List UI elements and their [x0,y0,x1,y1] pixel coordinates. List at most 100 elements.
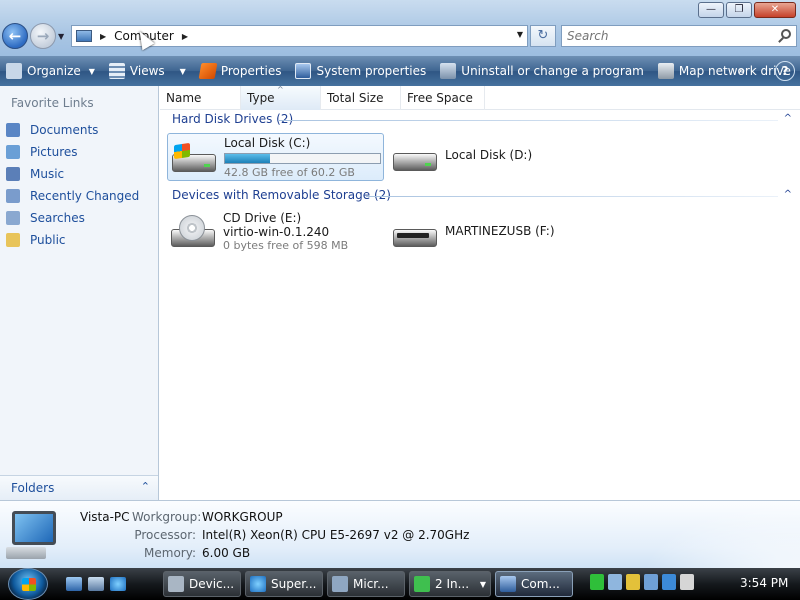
device-manager-icon [168,576,184,592]
favorite-link-label: Public [30,233,66,247]
chevron-down-icon: ▼ [88,66,95,76]
group-divider [278,120,778,121]
drive-local-disk-d[interactable]: Local Disk (D:) [389,133,589,181]
column-header-name[interactable]: Name [160,86,241,110]
properties-label: Properties [220,64,282,78]
system-clock[interactable]: 3:54 PM [740,576,788,590]
address-dropdown-icon[interactable]: ▼ [517,30,523,39]
favorite-link-searches[interactable]: Searches [6,207,139,229]
folders-label: Folders [11,481,55,495]
uninstall-program-button[interactable]: Uninstall or change a program [440,63,644,79]
favorite-link-label: Searches [30,211,85,225]
command-toolbar: Organize ▼ Views ▼ Properties System pro… [0,56,800,86]
search-input[interactable] [567,29,767,43]
internet-explorer-icon [250,576,266,592]
organize-button[interactable]: Organize ▼ [6,63,95,79]
favorite-link-documents[interactable]: Documents [6,119,139,141]
favorite-link-recently-changed[interactable]: Recently Changed [6,185,139,207]
disk-usage-bar [224,153,381,164]
chevron-down-icon: ▼ [479,580,486,589]
group-header-hard-disks[interactable]: Hard Disk Drives (2) [172,112,293,126]
organize-label: Organize [27,64,81,78]
help-button[interactable]: ? [775,61,795,81]
map-network-drive-icon [657,63,674,79]
detail-label-processor: Processor: [134,528,196,542]
more-commands-button[interactable]: » [738,64,745,77]
properties-button[interactable]: Properties [198,63,282,79]
detail-label-memory: Memory: [144,546,196,560]
system-properties-button[interactable]: System properties [295,63,426,79]
network-icon[interactable] [608,574,622,590]
views-button[interactable]: Views ▼ [108,63,186,79]
column-headers: Name ^ Type Total Size Free Space [160,85,800,110]
refresh-button[interactable]: ↻ [530,25,556,47]
chevron-down-icon: ▼ [179,66,186,76]
security-shield-icon[interactable] [626,574,640,590]
task-label: Micr... [353,577,389,591]
detail-label-workgroup: Workgroup: [132,510,202,524]
favorite-link-pictures[interactable]: Pictures [6,141,139,163]
column-header-free-space[interactable]: Free Space [401,86,485,110]
drive-free-space: 42.8 GB free of 60.2 GB [224,166,355,179]
detail-value-processor: Intel(R) Xeon(R) CPU E5-2697 v2 @ 2.70GH… [202,528,470,542]
task-label: Com... [521,577,560,591]
recent-pages-dropdown[interactable]: ▼ [58,32,64,41]
favorite-link-music[interactable]: Music [6,163,139,185]
favorite-links-list: Documents Pictures Music Recently Change… [6,119,139,251]
favorite-link-public[interactable]: Public [6,229,139,251]
volume-muted-icon[interactable] [680,574,694,590]
pictures-icon [6,145,20,159]
usb-drive-icon [391,217,439,251]
windows-update-icon[interactable] [644,574,658,590]
flag-icon[interactable] [590,574,604,590]
title-bar: — ❐ ✕ ← → ▼ ▶ Computer ▶ ▼ ↻ [0,0,800,56]
system-tray [590,574,694,590]
group-divider [366,196,778,197]
taskbar-button-internet-explorer[interactable]: Super... [245,571,323,597]
drive-cd-e[interactable]: CD Drive (E:) virtio-win-0.1.240 0 bytes… [167,209,384,257]
column-header-type[interactable]: ^ Type [241,85,321,110]
drive-free-space: 0 bytes free of 598 MB [223,239,349,252]
breadcrumb-separator-icon[interactable]: ▶ [182,32,188,41]
drive-usb-f[interactable]: MARTINEZUSB (F:) [389,209,609,257]
computer-icon [500,576,516,592]
maximize-button[interactable]: ❐ [726,2,752,18]
minimize-button[interactable]: — [698,2,724,18]
show-desktop-icon[interactable] [66,577,82,591]
group-header-removable-storage[interactable]: Devices with Removable Storage (2) [172,188,391,202]
chevron-up-icon[interactable]: ⌃ [141,480,150,493]
column-header-total-size[interactable]: Total Size [321,86,401,110]
column-header-type-label: Type [247,91,275,105]
display-icon[interactable] [662,574,676,590]
group-collapse-chevron-icon[interactable]: ^ [784,189,792,200]
favorite-links-heading: Favorite Links [11,96,94,110]
detail-value-workgroup: WORKGROUP [202,510,283,524]
favorite-link-label: Recently Changed [30,189,140,203]
taskbar-button-installer-group[interactable]: 2 In... ▼ [409,571,491,597]
close-button[interactable]: ✕ [754,2,796,18]
breadcrumb-separator-icon[interactable]: ▶ [100,32,106,41]
disk-usage-fill [225,154,270,163]
switch-windows-icon[interactable] [88,577,104,591]
taskbar: Devic... Super... Micr... 2 In... ▼ Com.… [0,568,800,600]
back-button[interactable]: ← [2,23,28,49]
taskbar-button-device-manager[interactable]: Devic... [163,571,241,597]
search-icon[interactable] [781,29,791,39]
cd-drive-icon [169,215,217,251]
map-network-drive-button[interactable]: Map network drive [657,63,791,79]
search-box[interactable] [561,25,797,47]
drive-local-disk-c[interactable]: Local Disk (C:) 42.8 GB free of 60.2 GB [167,133,384,181]
taskbar-button-microsoft[interactable]: Micr... [327,571,405,597]
public-folder-icon [6,233,20,247]
forward-button[interactable]: → [30,23,56,49]
folders-toggle[interactable]: Folders ⌃ [0,475,158,500]
taskbar-button-computer[interactable]: Com... [495,571,573,597]
installer-icon [414,576,430,592]
navigation-pane: Favorite Links Documents Pictures Music … [0,86,159,500]
group-collapse-chevron-icon[interactable]: ^ [784,113,792,124]
detail-value-memory: 6.00 GB [202,546,251,560]
file-list-pane: Name ^ Type Total Size Free Space Hard D… [160,85,800,500]
start-button[interactable] [8,568,48,600]
forward-arrow-icon: → [36,27,50,45]
internet-explorer-icon[interactable] [110,577,126,591]
